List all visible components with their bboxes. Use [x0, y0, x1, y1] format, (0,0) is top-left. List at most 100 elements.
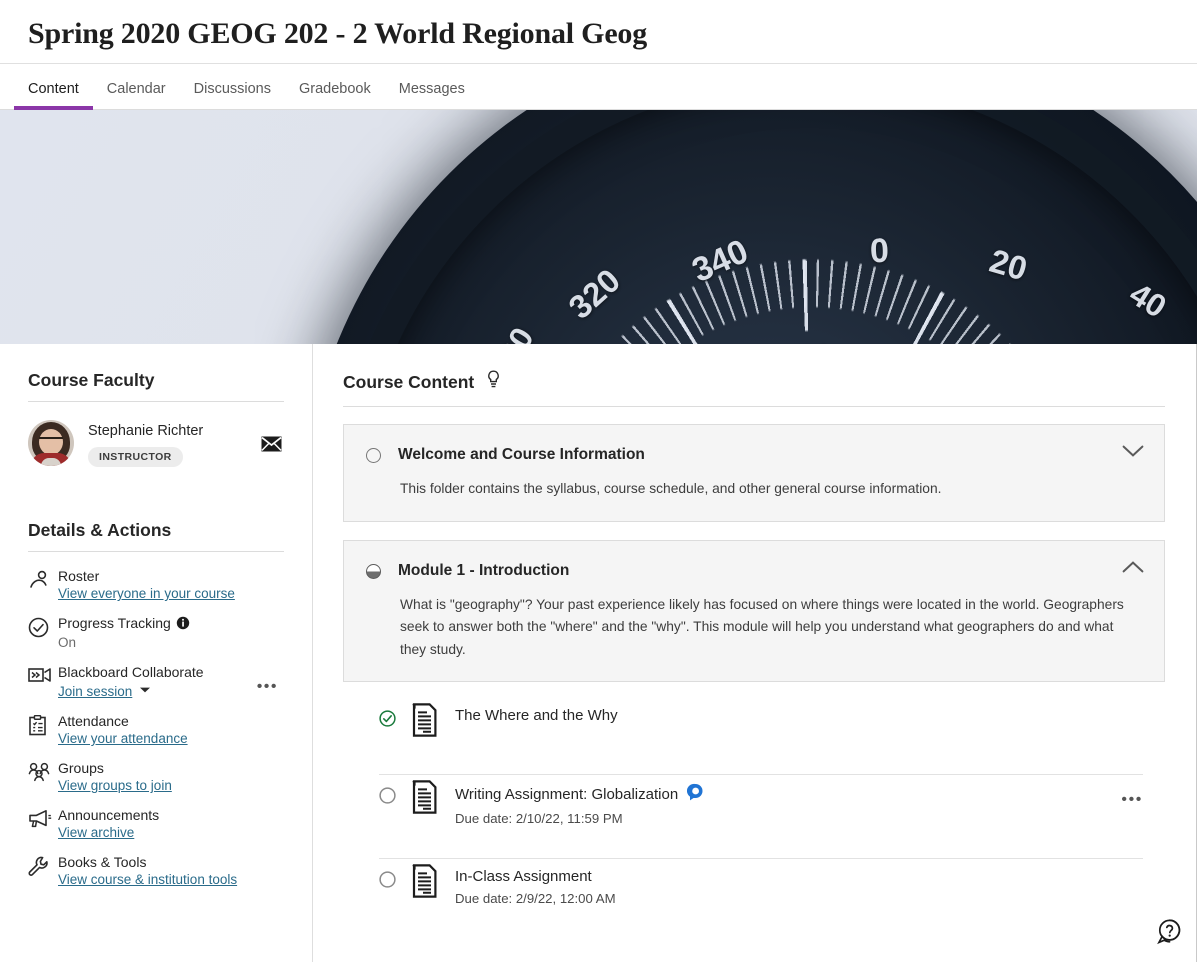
tab-calendar[interactable]: Calendar: [93, 81, 180, 109]
sidebar-item-groups[interactable]: Groups View groups to join: [28, 760, 284, 794]
page-body: Course Faculty Stephanie Richter INSTRUC…: [0, 344, 1197, 962]
sidebar-label-progress-tracking: Progress Tracking: [58, 615, 171, 632]
dial-label-0: 0: [869, 232, 889, 272]
sidebar: Course Faculty Stephanie Richter INSTRUC…: [0, 344, 313, 962]
sidebar-item-body: Books & Tools View course & institution …: [58, 854, 237, 888]
lightbulb-icon[interactable]: [486, 370, 501, 394]
sidebar-item-body: Blackboard Collaborate Join session: [58, 664, 204, 700]
wrench-icon: [28, 854, 58, 883]
sidebar-label-announcements: Announcements: [58, 807, 159, 824]
check-circle-icon: [28, 615, 58, 643]
clipboard-icon: [28, 713, 58, 741]
item-title-text: In-Class Assignment: [455, 867, 592, 887]
item-due-date: Due date: 2/9/22, 12:00 AM: [455, 891, 616, 906]
avatar: [28, 420, 74, 466]
list-item-inner: In-Class Assignment Due date: 2/9/22, 12…: [379, 858, 1143, 906]
card-header[interactable]: Welcome and Course Information: [344, 425, 1164, 465]
sidebar-label-attendance: Attendance: [58, 713, 129, 730]
card-description-welcome: This folder contains the syllabus, cours…: [344, 465, 1164, 521]
progress-empty-circle[interactable]: [366, 448, 381, 463]
sidebar-item-roster[interactable]: Roster View everyone in your course: [28, 568, 284, 602]
module-item-list: The Where and the Why: [343, 681, 1165, 922]
sidebar-label-collaborate: Blackboard Collaborate: [58, 664, 204, 681]
list-item[interactable]: In-Class Assignment Due date: 2/9/22, 12…: [343, 842, 1165, 922]
item-title: In-Class Assignment: [455, 867, 616, 887]
sidebar-item-body: Attendance View your attendance: [58, 713, 188, 747]
course-faculty-heading: Course Faculty: [28, 370, 284, 402]
card-description-module-1: What is "geography"? Your past experienc…: [344, 581, 1164, 682]
green-check-circle-icon[interactable]: [379, 698, 409, 732]
content-heading-row: Course Content: [343, 370, 1165, 407]
groups-icon: [28, 760, 58, 787]
attendance-link[interactable]: View your attendance: [58, 730, 188, 747]
sidebar-item-body: Announcements View archive: [58, 807, 159, 841]
sidebar-label-groups: Groups: [58, 760, 104, 777]
item-title: Writing Assignment: Globalization: [455, 783, 704, 807]
document-icon: [409, 780, 439, 819]
sidebar-item-announcements[interactable]: Announcements View archive: [28, 807, 284, 841]
item-title-text: The Where and the Why: [455, 706, 618, 726]
list-item-inner: The Where and the Why: [379, 698, 1143, 742]
megaphone-icon: [28, 807, 58, 833]
course-banner-image: 280 300 320 340 0 20 40 NW N NE: [0, 110, 1197, 344]
progress-empty-circle[interactable]: [379, 859, 409, 893]
card-header[interactable]: Module 1 - Introduction: [344, 541, 1164, 581]
item-title: The Where and the Why: [455, 706, 618, 726]
status-badge: INSTRUCTOR: [88, 447, 183, 467]
chevron-down-icon[interactable]: [1122, 445, 1144, 463]
document-icon: [409, 703, 439, 742]
list-item[interactable]: The Where and the Why: [343, 682, 1165, 758]
envelope-icon[interactable]: [261, 436, 282, 457]
page-title: Spring 2020 GEOG 202 - 2 World Regional …: [0, 0, 1197, 63]
tab-messages[interactable]: Messages: [385, 81, 479, 109]
roster-link[interactable]: View everyone in your course: [58, 585, 235, 602]
course-content-panel: Course Content Welcome and Course Inform…: [313, 344, 1197, 962]
list-item-text: The Where and the Why: [455, 698, 618, 726]
sidebar-item-body: Roster View everyone in your course: [58, 568, 235, 602]
tab-content[interactable]: Content: [14, 81, 93, 109]
info-icon[interactable]: [176, 616, 190, 634]
progress-empty-circle[interactable]: [379, 775, 409, 809]
item-overflow-menu[interactable]: •••: [1121, 791, 1143, 809]
chevron-down-icon[interactable]: [139, 681, 151, 698]
card-title-welcome: Welcome and Course Information: [398, 445, 645, 465]
faculty-meta: Stephanie Richter INSTRUCTOR: [88, 418, 203, 467]
card-title-module-1: Module 1 - Introduction: [398, 561, 569, 581]
sidebar-item-body: Progress Tracking On: [58, 615, 190, 651]
faculty-entry: Stephanie Richter INSTRUCTOR: [28, 418, 284, 496]
progress-tracking-value: On: [58, 634, 190, 651]
video-camera-icon: [28, 664, 58, 689]
list-item-inner: Writing Assignment: Globalization Due da…: [379, 774, 1143, 826]
sidebar-label-books-tools: Books & Tools: [58, 854, 146, 871]
join-session-link[interactable]: Join session: [58, 683, 132, 700]
content-card-module-1[interactable]: Module 1 - Introduction What is "geograp…: [343, 540, 1165, 923]
collaborate-overflow-menu[interactable]: •••: [257, 678, 278, 696]
item-title-text: Writing Assignment: Globalization: [455, 785, 678, 805]
sidebar-item-attendance[interactable]: Attendance View your attendance: [28, 713, 284, 747]
course-tabbar: Content Calendar Discussions Gradebook M…: [0, 63, 1197, 110]
item-due-date: Due date: 2/10/22, 11:59 PM: [455, 811, 704, 826]
roster-people-icon: [28, 568, 58, 595]
list-item-text: Writing Assignment: Globalization Due da…: [455, 775, 704, 826]
sidebar-item-body: Groups View groups to join: [58, 760, 172, 794]
content-card-welcome[interactable]: Welcome and Course Information This fold…: [343, 424, 1165, 522]
chevron-up-icon[interactable]: [1122, 561, 1144, 579]
tab-discussions[interactable]: Discussions: [180, 81, 285, 109]
sidebar-label-roster: Roster: [58, 568, 99, 585]
cardinal-label-n: N: [803, 337, 829, 344]
list-item-text: In-Class Assignment Due date: 2/9/22, 12…: [455, 859, 616, 906]
instructor-name: Stephanie Richter: [88, 422, 203, 440]
groups-link[interactable]: View groups to join: [58, 777, 172, 794]
tab-gradebook[interactable]: Gradebook: [285, 81, 385, 109]
sidebar-item-blackboard-collaborate[interactable]: Blackboard Collaborate Join session •••: [28, 664, 284, 700]
help-question-bubble-icon[interactable]: [1156, 918, 1183, 950]
sidebar-item-books-tools[interactable]: Books & Tools View course & institution …: [28, 854, 284, 888]
new-conversation-icon[interactable]: [687, 783, 704, 807]
announcements-link[interactable]: View archive: [58, 824, 134, 841]
list-item[interactable]: Writing Assignment: Globalization Due da…: [343, 758, 1165, 842]
sidebar-item-progress-tracking[interactable]: Progress Tracking On: [28, 615, 284, 651]
details-actions-heading: Details & Actions: [28, 520, 284, 552]
books-tools-link[interactable]: View course & institution tools: [58, 871, 237, 888]
course-content-heading: Course Content: [343, 372, 474, 393]
progress-half-circle[interactable]: [366, 564, 381, 579]
